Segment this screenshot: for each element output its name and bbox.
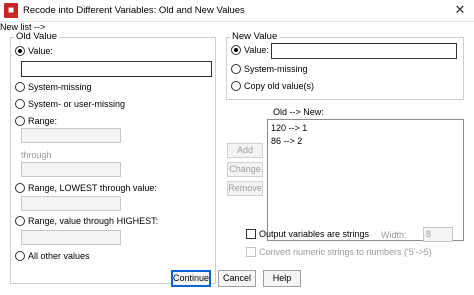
new-value-radio[interactable]: Value: [231, 45, 269, 55]
copy-old-values-radio[interactable]: Copy old value(s) [231, 81, 314, 91]
range-lowest-radio[interactable]: Range, LOWEST through value: [15, 183, 157, 193]
radio-indicator [231, 64, 241, 74]
all-other-values-label: All other values [28, 251, 90, 261]
list-item[interactable]: 120 --> 1 [268, 122, 463, 135]
radio-indicator [15, 216, 25, 226]
range-lowest-input[interactable] [21, 196, 121, 211]
radio-indicator [231, 45, 241, 55]
radio-indicator [15, 251, 25, 261]
old-new-label: Old --> New: [273, 107, 324, 117]
system-missing-radio[interactable]: System-missing [15, 82, 92, 92]
close-icon[interactable]: ✕ [446, 0, 474, 21]
continue-button[interactable]: Continue [171, 270, 211, 287]
system-or-user-missing-radio[interactable]: System- or user-missing [15, 99, 125, 109]
copy-old-values-label: Copy old value(s) [244, 81, 315, 91]
new-value-radio-label: Value: [244, 45, 269, 55]
old-value-input[interactable] [21, 61, 212, 77]
radio-indicator [15, 46, 25, 56]
old-value-group: Old Value Value: System-missing System- … [10, 31, 216, 284]
new-system-missing-radio[interactable]: System-missing [231, 64, 308, 74]
new-value-legend: New Value [230, 31, 280, 42]
spss-app-icon: ■ [4, 3, 18, 18]
range-label: Range: [28, 116, 58, 126]
range-lowest-label: Range, LOWEST through value: [28, 183, 157, 193]
radio-indicator [15, 116, 25, 126]
system-or-user-missing-label: System- or user-missing [28, 99, 126, 109]
radio-indicator [231, 81, 241, 91]
old-new-listbox[interactable]: 120 --> 1 86 --> 2 [267, 119, 464, 241]
checkbox-indicator [246, 247, 256, 257]
add-button[interactable]: Add [227, 143, 263, 158]
checkbox-indicator [246, 229, 256, 239]
width-label: Width: [381, 230, 407, 240]
range-to-input[interactable] [21, 162, 121, 177]
radio-indicator [15, 82, 25, 92]
radio-indicator [15, 183, 25, 193]
cancel-button[interactable]: Cancel [218, 270, 256, 287]
title-bar: ■ Recode into Different Variables: Old a… [0, 0, 474, 22]
convert-numeric-checkbox[interactable]: Convert numeric strings to numbers ('5'-… [246, 247, 432, 257]
list-item[interactable]: 86 --> 2 [268, 135, 463, 148]
new-value-input[interactable] [271, 43, 457, 59]
new-value-group: New Value Value: System-missing Copy old… [226, 31, 464, 100]
remove-button[interactable]: Remove [227, 181, 263, 196]
all-other-values-radio[interactable]: All other values [15, 251, 90, 261]
old-value-radio[interactable]: Value: [15, 46, 53, 56]
radio-indicator [15, 99, 25, 109]
through-label: through [21, 150, 52, 160]
output-strings-checkbox[interactable]: Output variables are strings [246, 229, 369, 239]
range-radio[interactable]: Range: [15, 116, 57, 126]
range-from-input[interactable] [21, 128, 121, 143]
output-strings-label: Output variables are strings [259, 229, 370, 239]
convert-numeric-label: Convert numeric strings to numbers ('5'-… [259, 247, 432, 257]
dialog-body: Old Value Value: System-missing System- … [0, 22, 474, 295]
old-value-radio-label: Value: [28, 46, 53, 56]
range-highest-label: Range, value through HIGHEST: [28, 216, 159, 226]
window-title: Recode into Different Variables: Old and… [23, 5, 245, 16]
help-button[interactable]: Help [263, 270, 301, 287]
new-system-missing-label: System-missing [244, 64, 308, 74]
width-input[interactable]: 8 [423, 227, 453, 242]
range-highest-input[interactable] [21, 230, 121, 245]
range-highest-radio[interactable]: Range, value through HIGHEST: [15, 216, 158, 226]
system-missing-label: System-missing [28, 82, 92, 92]
change-button[interactable]: Change [227, 162, 263, 177]
old-value-legend: Old Value [14, 31, 60, 42]
